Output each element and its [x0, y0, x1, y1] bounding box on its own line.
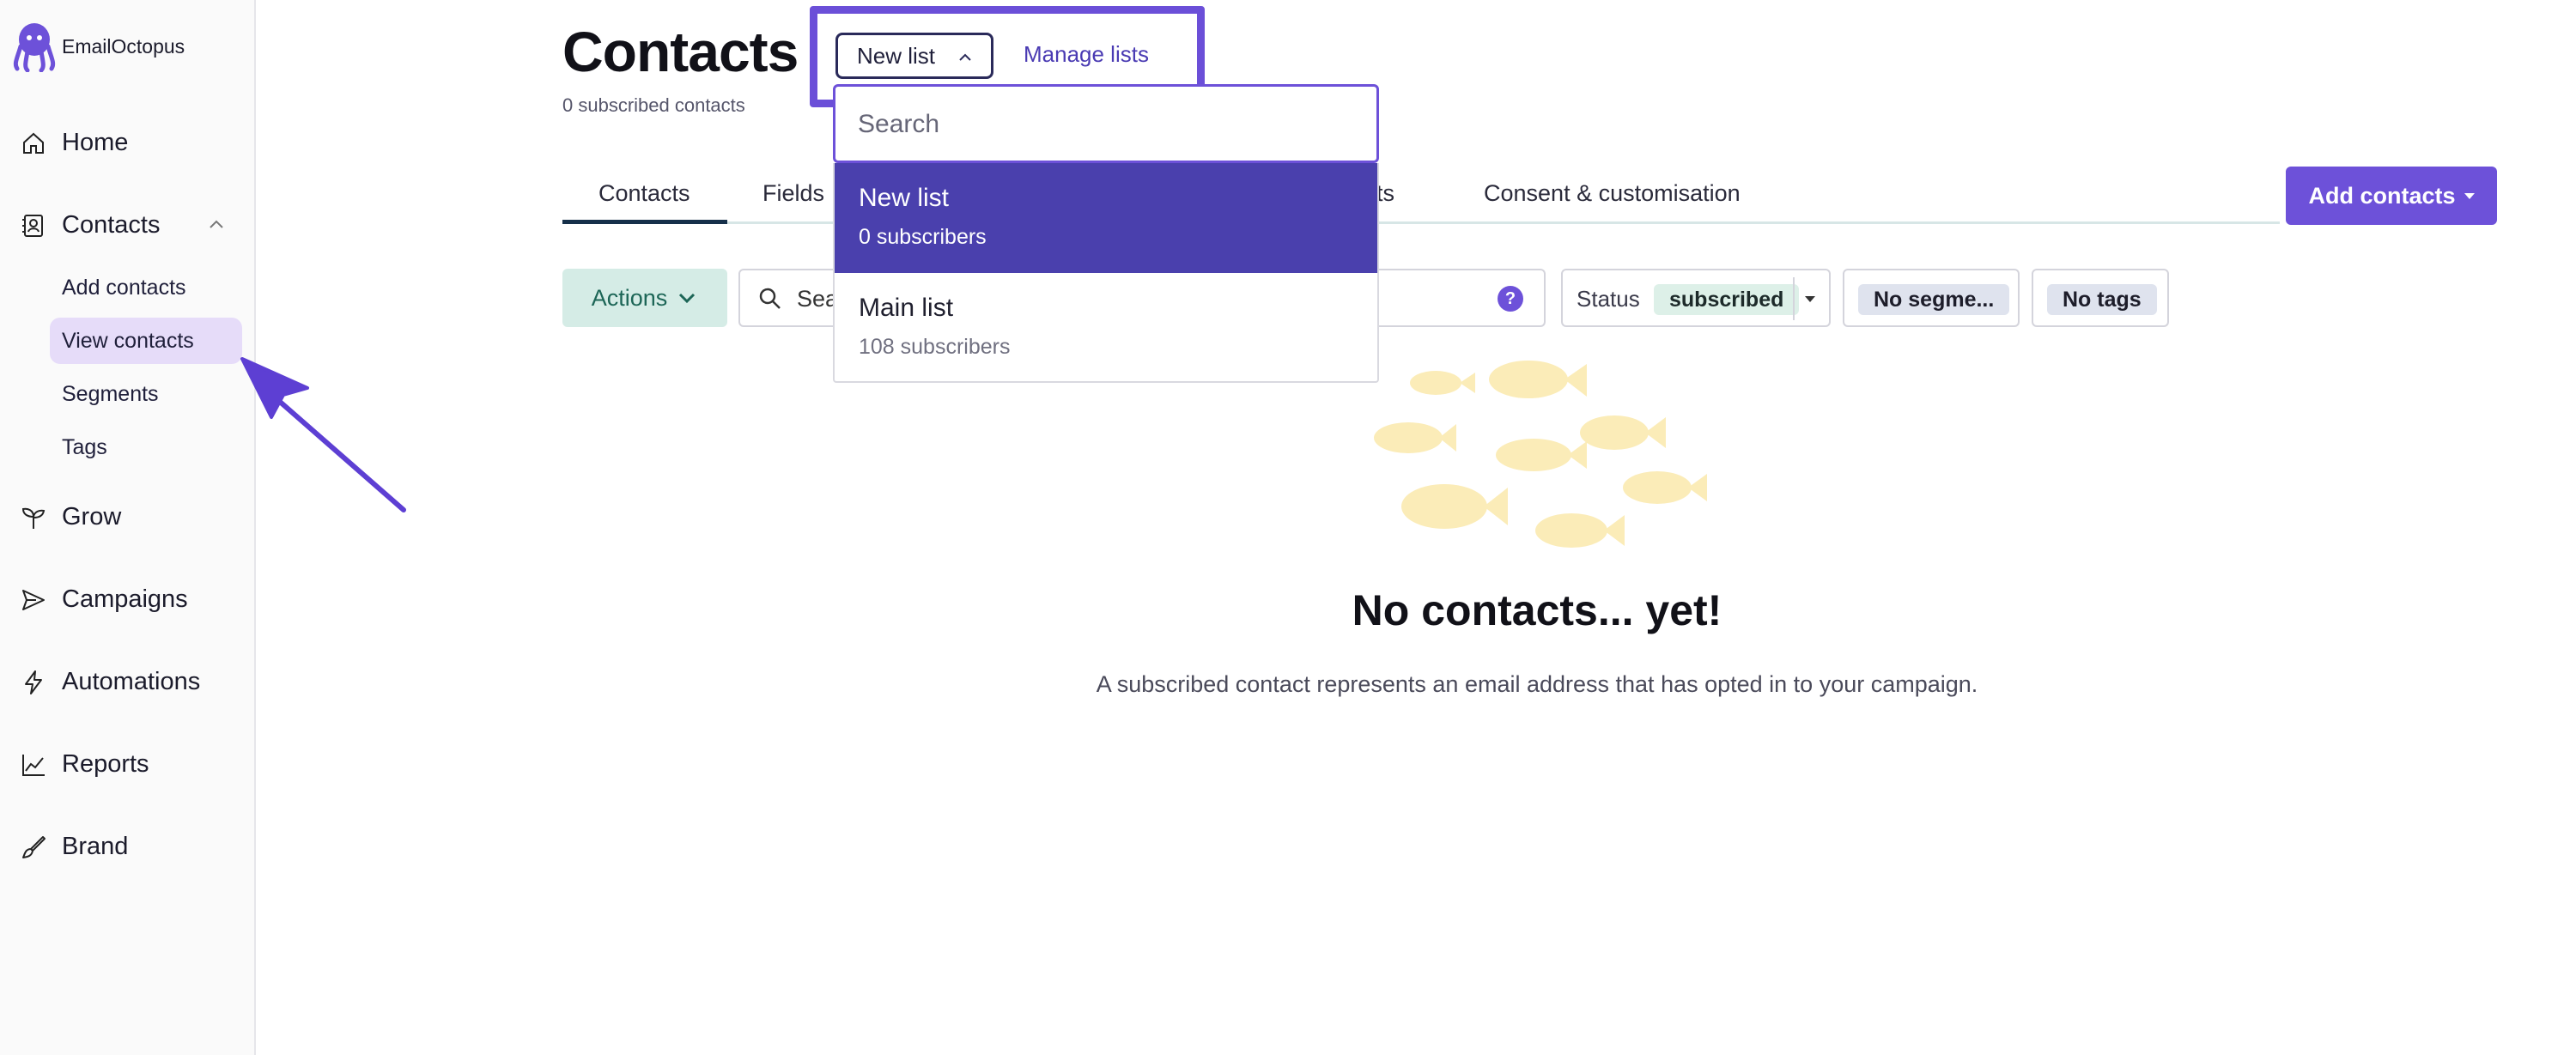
add-contacts-button[interactable]: Add contacts [2286, 167, 2497, 225]
sidebar-item-contacts[interactable]: Contacts [21, 211, 160, 239]
brand-name: EmailOctopus [62, 34, 185, 58]
caret-down-icon[interactable] [1805, 296, 1815, 302]
chart-icon [22, 754, 45, 776]
list-option-count: 0 subscribers [859, 225, 987, 249]
sidebar-item-label: Reports [62, 750, 149, 778]
sidebar-item-campaigns[interactable]: Campaigns [21, 585, 188, 614]
annotation-arrow-icon [240, 357, 406, 512]
fish-school-illustration-icon [1374, 361, 1707, 548]
tab-consent-customisation[interactable]: Consent & customisation [1484, 180, 1741, 207]
actions-button[interactable]: Actions [562, 269, 727, 327]
tabs-divider [562, 221, 2280, 224]
list-option-count: 108 subscribers [859, 335, 1011, 359]
list-dropdown-search[interactable] [833, 84, 1379, 163]
manage-lists-link[interactable]: Manage lists [1024, 41, 1149, 68]
tab-fields[interactable]: Fields [762, 180, 824, 207]
sprout-icon [21, 507, 46, 529]
contacts-icon [22, 214, 43, 237]
home-icon [23, 132, 44, 154]
segments-chip: No segme... [1858, 284, 2010, 315]
sidebar-subitem-segments[interactable]: Segments [62, 382, 159, 407]
list-selector-label: New list [857, 42, 936, 69]
app-root: EmailOctopus Home Contacts Add contacts … [0, 0, 2576, 1055]
chevron-up-icon[interactable] [206, 215, 227, 235]
sidebar-item-brand[interactable]: Brand [21, 833, 128, 861]
tab-contacts[interactable]: Contacts [598, 180, 690, 207]
status-chip: subscribed [1654, 284, 1800, 315]
sidebar-item-label: Home [62, 129, 129, 156]
sidebar-subitem-tags[interactable]: Tags [62, 435, 107, 460]
status-filter[interactable]: Status subscribed [1561, 269, 1831, 327]
sidebar-item-automations[interactable]: Automations [21, 668, 200, 696]
sidebar: EmailOctopus Home Contacts Add contacts … [0, 0, 256, 1055]
status-label: Status [1577, 286, 1640, 312]
page-title: Contacts [562, 20, 799, 83]
list-search-input[interactable] [858, 107, 1339, 142]
list-option-main-list[interactable]: Main list 108 subscribers [835, 273, 1377, 383]
search-icon [759, 288, 781, 309]
actions-label: Actions [591, 284, 668, 311]
sidebar-subitem-add-contacts[interactable]: Add contacts [62, 276, 186, 300]
sidebar-item-label: Campaigns [62, 585, 188, 613]
brand[interactable]: EmailOctopus [12, 21, 185, 72]
help-icon[interactable]: ? [1498, 286, 1523, 312]
sidebar-item-label: Automations [62, 668, 201, 695]
send-icon [22, 589, 45, 610]
list-option-name: Main list [859, 294, 954, 322]
tags-filter[interactable]: No tags [2032, 269, 2169, 327]
sidebar-subitem-view-contacts[interactable]: View contacts [62, 329, 194, 354]
lightning-icon [25, 670, 42, 694]
list-option-new-list[interactable]: New list 0 subscribers [835, 163, 1377, 273]
list-dropdown: New list 0 subscribers Main list 108 sub… [833, 163, 1379, 383]
octopus-logo-icon [13, 23, 56, 72]
empty-state-description: A subscribed contact represents an email… [1096, 671, 1978, 697]
sidebar-item-label: Brand [62, 833, 129, 860]
chevron-up-icon [959, 53, 971, 61]
tags-chip: No tags [2047, 284, 2157, 315]
sidebar-item-home[interactable]: Home [21, 129, 128, 157]
chevron-down-icon [679, 293, 696, 304]
list-selector-button[interactable]: New list [835, 33, 993, 79]
sidebar-item-grow[interactable]: Grow [21, 503, 121, 531]
sidebar-item-label: Grow [62, 503, 122, 531]
brush-icon [22, 835, 46, 858]
subscribed-count: 0 subscribed contacts [562, 94, 745, 116]
sidebar-item-label: Contacts [62, 211, 161, 239]
empty-state-title: No contacts... yet! [1352, 586, 1722, 634]
active-tab-indicator [562, 220, 727, 224]
divider [1793, 277, 1795, 320]
list-option-name: New list [859, 184, 950, 212]
sidebar-item-reports[interactable]: Reports [21, 750, 149, 779]
segments-filter[interactable]: No segme... [1843, 269, 2020, 327]
